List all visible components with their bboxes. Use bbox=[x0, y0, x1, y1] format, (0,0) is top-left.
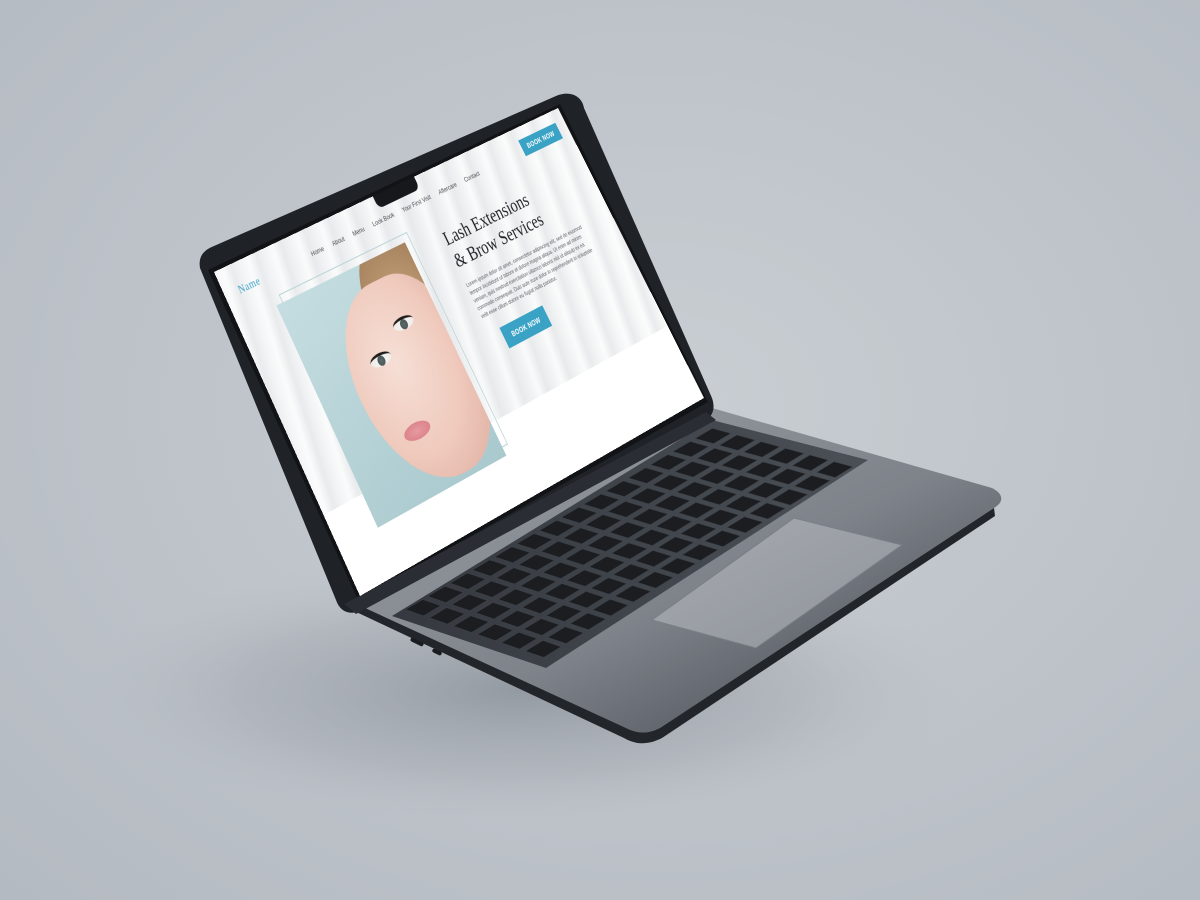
book-now-hero-button[interactable]: BOOK NOW bbox=[499, 305, 552, 348]
book-now-nav-button[interactable]: BOOK NOW bbox=[518, 123, 563, 156]
brand-logo[interactable]: Name bbox=[236, 274, 263, 297]
nav-item-home[interactable]: Home bbox=[309, 244, 325, 257]
nav-item-look-book[interactable]: Look Book bbox=[371, 211, 396, 229]
nav-item-menu[interactable]: Menu bbox=[351, 225, 366, 238]
nav-item-contact[interactable]: Contact bbox=[463, 169, 481, 183]
nav-item-aftercare[interactable]: Aftercare bbox=[437, 180, 458, 196]
nav-item-about[interactable]: About bbox=[330, 234, 345, 247]
